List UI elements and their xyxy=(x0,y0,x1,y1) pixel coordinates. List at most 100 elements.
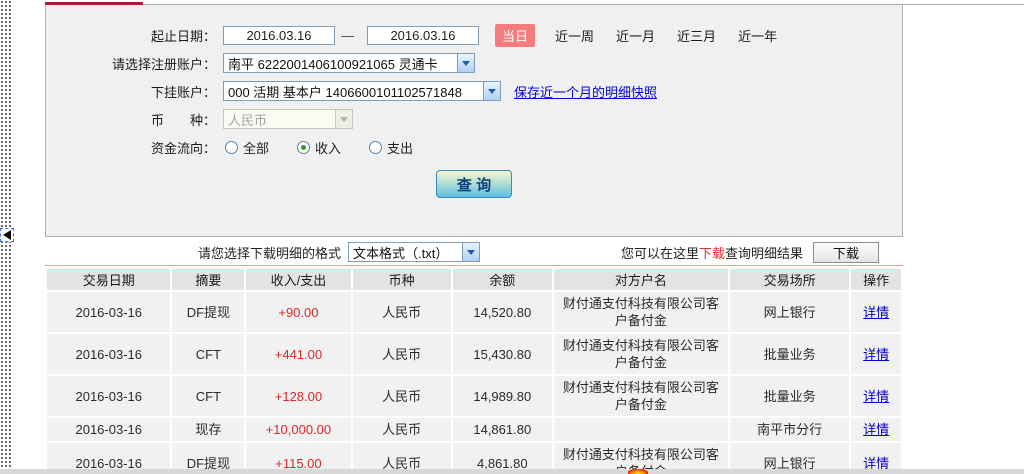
cell-counterparty: 财付通支付科技有限公司客户备付金 xyxy=(553,334,728,374)
cell-venue: 批量业务 xyxy=(729,334,850,374)
quick-range-links: 近一周 近一月 近三月 近一年 xyxy=(555,26,799,45)
download-format-select[interactable]: 文本格式（.txt） xyxy=(348,242,481,262)
date-separator: — xyxy=(341,27,354,43)
detail-link[interactable]: 详情 xyxy=(863,347,889,362)
left-triangle-icon xyxy=(3,230,11,240)
flow-options: 全部 收入 支出 xyxy=(225,138,441,157)
collapse-panel-button[interactable] xyxy=(0,228,14,242)
cell-currency: 人民币 xyxy=(352,376,451,416)
cell-balance: 14,989.80 xyxy=(452,376,552,416)
registered-account-select[interactable]: 南平 6222001406100921065 灵通卡 xyxy=(223,53,475,73)
detail-link[interactable]: 详情 xyxy=(863,422,889,437)
radio-checked-icon[interactable] xyxy=(297,140,311,154)
cell-summary: CFT xyxy=(172,334,245,374)
query-button[interactable]: 查 询 xyxy=(436,170,512,198)
cell-date: 2016-03-16 xyxy=(47,418,171,441)
radio-icon[interactable] xyxy=(369,140,383,154)
sub-account-select[interactable]: 000 活期 基本户 1406600101102571848 xyxy=(223,81,501,101)
download-hint: 您可以在这里下载查询明细结果 xyxy=(621,243,803,262)
cell-amount: +128.00 xyxy=(246,376,351,416)
download-link[interactable]: 下载 xyxy=(699,246,725,261)
cell-summary: 现存 xyxy=(172,418,245,441)
quick-range-link-2[interactable]: 近三月 xyxy=(677,29,716,44)
cell-date: 2016-03-16 xyxy=(47,334,171,374)
column-header-currency: 币种 xyxy=(352,269,451,290)
flow-option-label: 收入 xyxy=(315,140,342,156)
quick-range-link-0[interactable]: 近一周 xyxy=(555,29,594,44)
flow-option-label: 全部 xyxy=(243,140,270,156)
cell-counterparty xyxy=(553,418,728,441)
cell-counterparty: 财付通支付科技有限公司客户备付金 xyxy=(553,292,728,332)
quick-range-link-1[interactable]: 近一月 xyxy=(616,29,655,44)
sub-account-row: 下挂账户： 000 活期 基本户 1406600101102571848 保存近… xyxy=(46,80,902,102)
chevron-down-icon[interactable] xyxy=(483,82,500,100)
save-snapshot-link[interactable]: 保存近一个月的明细快照 xyxy=(514,82,657,101)
cell-currency: 人民币 xyxy=(352,334,451,374)
download-button[interactable]: 下载 xyxy=(813,241,879,263)
table-row: 2016-03-16 现存 +10,000.00 人民币 14,861.80 南平市分行详… xyxy=(47,418,901,441)
query-button-row: 查 询 xyxy=(46,170,902,198)
status-bar xyxy=(0,469,1024,474)
column-header-counterparty: 对方户名 xyxy=(553,269,728,290)
cell-balance: 14,861.80 xyxy=(452,418,552,441)
cell-venue: 网上银行 xyxy=(729,292,850,332)
table-row: 2016-03-16 CFT +441.00 人民币 15,430.80 财付通支付科技有… xyxy=(47,334,901,374)
table-row: 2016-03-16 CFT +128.00 人民币 14,989.80 财付通支付科技有… xyxy=(47,376,901,416)
flow-option-1[interactable]: 收入 xyxy=(297,138,341,157)
chevron-down-icon[interactable] xyxy=(462,243,480,261)
cell-date: 2016-03-16 xyxy=(47,376,171,416)
cell-currency: 人民币 xyxy=(352,292,451,332)
column-header-action: 操作 xyxy=(851,269,901,290)
hint-prefix: 您可以在这里 xyxy=(620,245,699,261)
transactions-table: 交易日期 摘要 收入/支出 币种 余额 对方户名 交易场所 操作 2016-03-16 DF提现… xyxy=(45,265,903,474)
flow-option-0[interactable]: 全部 xyxy=(225,138,269,157)
flow-row: 资金流向： 全部 收入 支出 xyxy=(46,136,902,158)
date-to-input[interactable] xyxy=(367,25,479,45)
currency-label: 币 种： xyxy=(150,112,216,128)
cell-currency: 人民币 xyxy=(352,418,451,441)
registered-account-row: 请选择注册账户： 南平 6222001406100921065 灵通卡 xyxy=(46,52,902,74)
radio-icon[interactable] xyxy=(225,140,238,154)
query-form-panel: 起止日期： — 当日 近一周 近一月 近三月 近一年 请选择注册账户： 南平 6222… xyxy=(45,5,903,237)
cell-counterparty: 财付通支付科技有限公司客户备付金 xyxy=(553,376,728,416)
sub-account-value: 000 活期 基本户 1406600101102571848 xyxy=(228,84,462,100)
date-range-label: 起止日期： xyxy=(150,28,216,44)
currency-row: 币 种： 人民币 xyxy=(46,108,902,130)
hint-suffix: 查询明细结果 xyxy=(724,245,803,261)
cell-balance: 14,520.80 xyxy=(452,292,552,332)
column-header-summary: 摘要 xyxy=(172,269,245,290)
cell-balance: 15,430.80 xyxy=(452,334,552,374)
column-header-balance: 余额 xyxy=(452,269,552,290)
column-header-date: 交易日期 xyxy=(47,269,171,290)
page: 起止日期： — 当日 近一周 近一月 近三月 近一年 请选择注册账户： 南平 6222… xyxy=(0,0,1024,474)
currency-select: 人民币 xyxy=(223,109,353,129)
registered-account-label: 请选择注册账户： xyxy=(111,56,216,72)
chevron-down-icon xyxy=(335,110,352,128)
cell-date: 2016-03-16 xyxy=(47,292,171,332)
download-format-label: 请您选择下载明细的格式 xyxy=(198,245,342,261)
detail-link[interactable]: 详情 xyxy=(863,389,889,404)
flow-option-2[interactable]: 支出 xyxy=(369,138,413,157)
flow-option-label: 支出 xyxy=(387,140,414,156)
chevron-down-icon[interactable] xyxy=(457,54,474,72)
cell-venue: 批量业务 xyxy=(729,376,850,416)
cell-venue: 南平市分行 xyxy=(729,418,850,441)
cell-amount: +90.00 xyxy=(246,292,351,332)
cell-amount: +10,000.00 xyxy=(246,418,351,441)
detail-link[interactable]: 详情 xyxy=(863,305,889,320)
table-row: 2016-03-16 DF提现 +90.00 人民币 14,520.80 财付通支付科技有… xyxy=(47,292,901,332)
cell-amount: +441.00 xyxy=(246,334,351,374)
date-from-input[interactable] xyxy=(223,25,335,45)
column-header-venue: 交易场所 xyxy=(729,269,850,290)
sub-account-label: 下挂账户： xyxy=(150,84,216,100)
status-flame-icon xyxy=(628,469,648,474)
download-row: 请您选择下载明细的格式 文本格式（.txt） 您可以在这里下载查询明细结果 下载 xyxy=(45,240,903,264)
date-range-row: 起止日期： — 当日 近一周 近一月 近三月 近一年 xyxy=(46,23,902,47)
table-header-row: 交易日期 摘要 收入/支出 币种 余额 对方户名 交易场所 操作 xyxy=(47,269,901,290)
download-format-value: 文本格式（.txt） xyxy=(353,245,449,261)
transactions-tbody: 2016-03-16 DF提现 +90.00 人民币 14,520.80 财付通支付科技有… xyxy=(47,292,901,474)
registered-account-value: 南平 6222001406100921065 灵通卡 xyxy=(228,56,438,72)
quick-range-link-3[interactable]: 近一年 xyxy=(738,29,777,44)
today-badge[interactable]: 当日 xyxy=(495,23,536,47)
column-header-amount: 收入/支出 xyxy=(246,269,351,290)
